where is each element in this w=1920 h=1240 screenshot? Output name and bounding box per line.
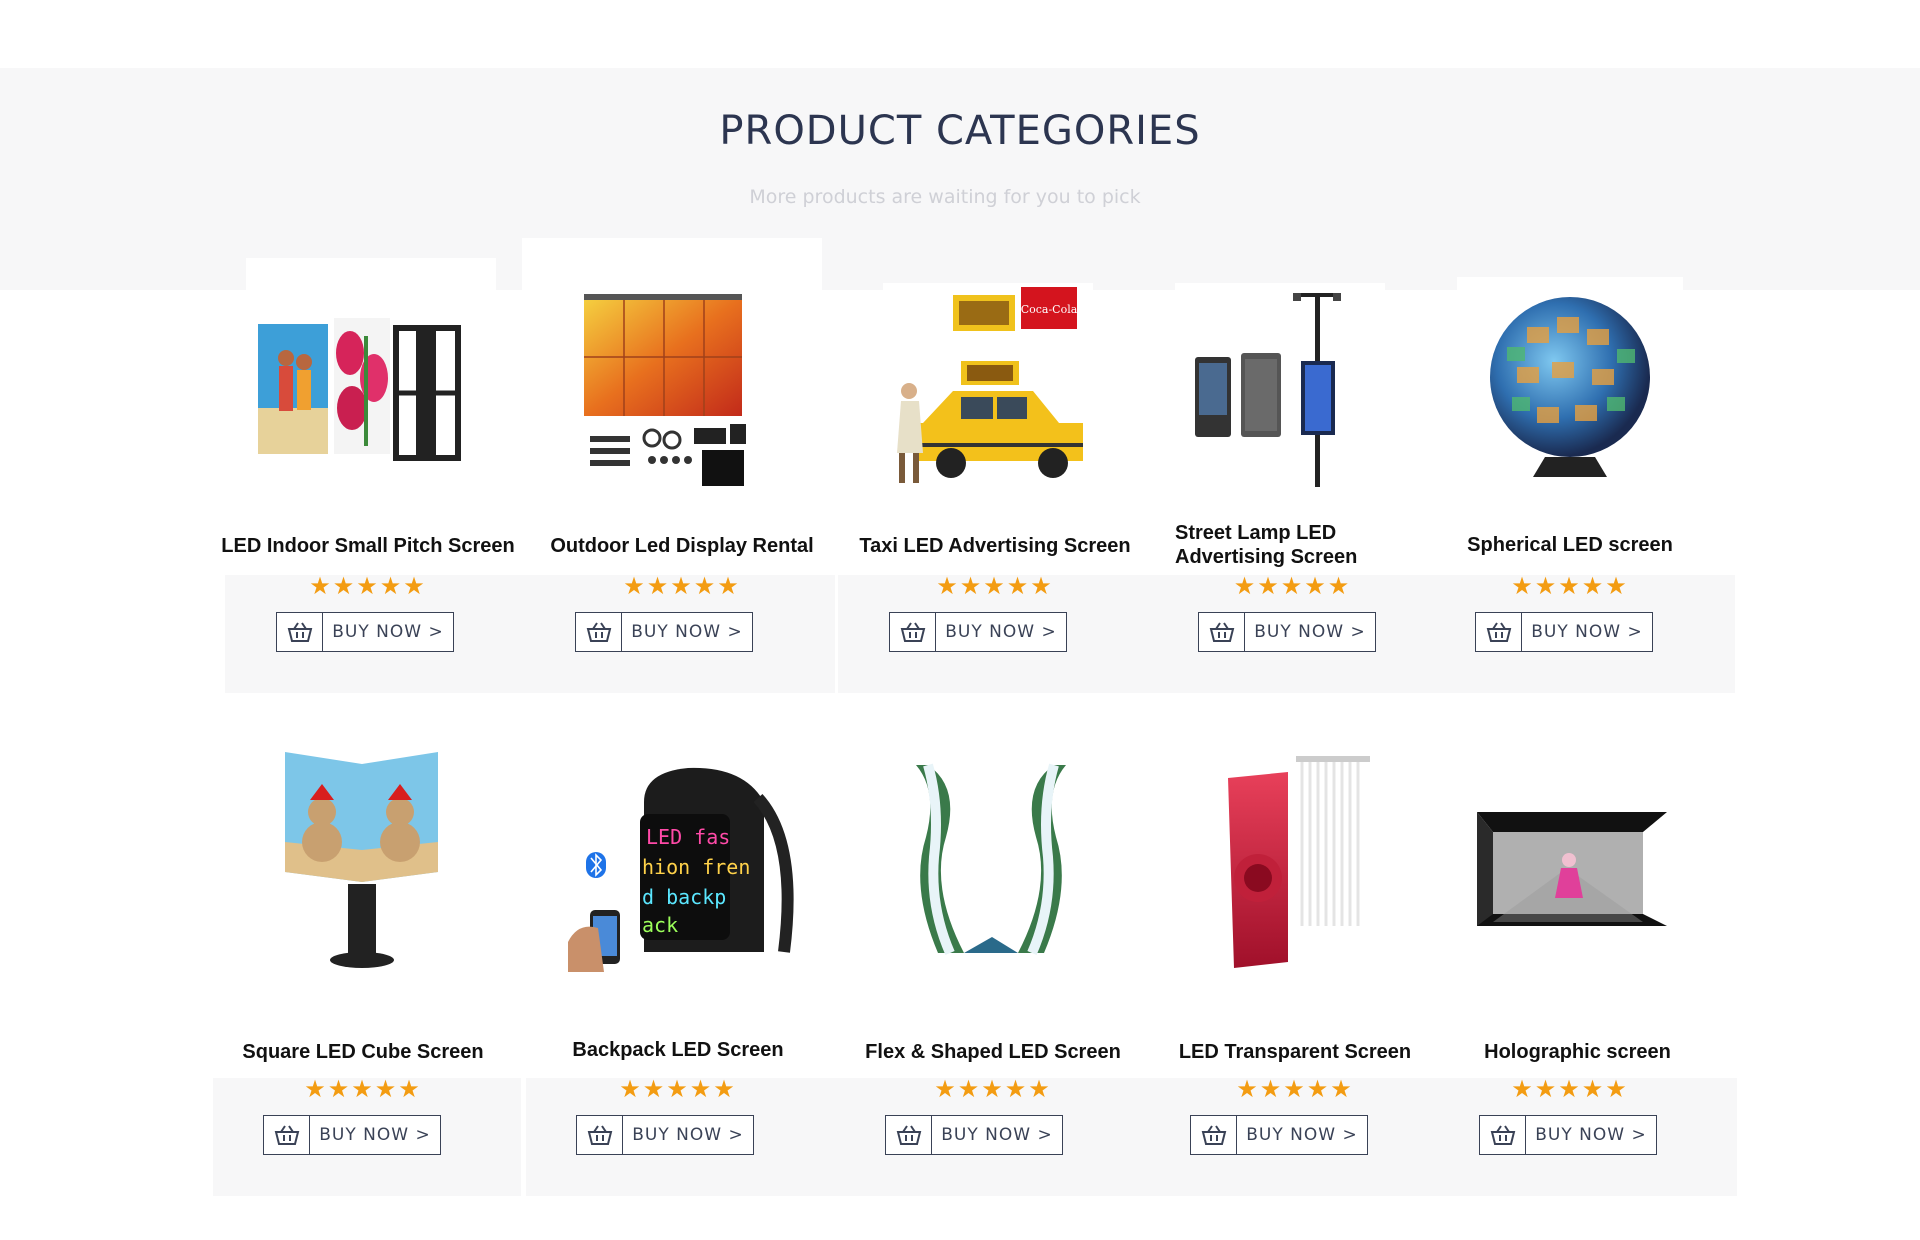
product-image-holographic[interactable] (1437, 748, 1689, 998)
product-card[interactable]: Coca-Cola Taxi LED Advertising Screen ★★… (840, 278, 1150, 670)
product-image-cube[interactable] (230, 722, 493, 984)
buy-now-label: BUY NOW > (1246, 1125, 1358, 1145)
rating-stars: ★★★★★ (619, 1075, 737, 1103)
product-card[interactable]: LED Indoor Small Pitch Screen ★★★★★ BUY … (203, 250, 533, 670)
product-card[interactable]: Street Lamp LED Advertising Screen ★★★★★… (1155, 283, 1430, 670)
product-title[interactable]: Taxi LED Advertising Screen (840, 534, 1150, 558)
product-card[interactable]: Flex & Shaped LED Screen ★★★★★ BUY NOW > (843, 745, 1143, 1190)
buy-now-button[interactable]: BUY NOW > (1190, 1115, 1368, 1155)
backpack-screen-text: d backp (642, 885, 726, 909)
buy-now-label: BUY NOW > (632, 1125, 744, 1145)
buy-now-label: BUY NOW > (631, 622, 743, 642)
product-title[interactable]: Street Lamp LED Advertising Screen (1175, 521, 1410, 569)
product-title[interactable]: Square LED Cube Screen (213, 1040, 513, 1064)
product-card[interactable]: Outdoor Led Display Rental ★★★★★ BUY NOW… (522, 238, 842, 670)
backpack-screen-text: LED fas (646, 825, 730, 849)
buy-now-button[interactable]: BUY NOW > (1479, 1115, 1657, 1155)
buy-now-label: BUY NOW > (1254, 622, 1366, 642)
product-image-transparent-screen[interactable] (1158, 728, 1422, 990)
product-title[interactable]: Flex & Shaped LED Screen (843, 1040, 1143, 1064)
product-card[interactable]: Spherical LED screen ★★★★★ BUY NOW > (1430, 275, 1710, 670)
shopping-basket-icon (1191, 1116, 1237, 1154)
product-card[interactable]: LED Transparent Screen ★★★★★ BUY NOW > (1155, 728, 1435, 1190)
buy-now-button[interactable]: BUY NOW > (885, 1115, 1063, 1155)
buy-now-button[interactable]: BUY NOW > (576, 1115, 754, 1155)
rating-stars: ★★★★★ (936, 572, 1054, 600)
rating-stars: ★★★★★ (309, 572, 427, 600)
buy-now-button[interactable]: BUY NOW > (276, 612, 454, 652)
buy-now-button[interactable]: BUY NOW > (575, 612, 753, 652)
shopping-basket-icon (577, 1116, 623, 1154)
product-image-sphere[interactable] (1457, 277, 1683, 505)
backpack-screen-text: hion fren (642, 855, 750, 879)
shopping-basket-icon (264, 1116, 310, 1154)
buy-now-label: BUY NOW > (319, 1125, 431, 1145)
shopping-basket-icon (886, 1116, 932, 1154)
buy-now-label: BUY NOW > (332, 622, 444, 642)
product-image-backpack[interactable]: LED fas hion fren d backp ack (558, 732, 812, 984)
rating-stars: ★★★★★ (623, 572, 741, 600)
product-card[interactable]: LED fas hion fren d backp ack Backpack L… (523, 730, 833, 1190)
product-image-street-lamp[interactable] (1175, 283, 1385, 495)
product-image-taxi[interactable]: Coca-Cola (883, 283, 1093, 501)
buy-now-label: BUY NOW > (1531, 622, 1643, 642)
svg-text:Coca-Cola: Coca-Cola (1021, 303, 1078, 316)
shopping-basket-icon (576, 613, 622, 651)
rating-stars: ★★★★★ (1511, 1075, 1629, 1103)
product-image-indoor-screen[interactable] (246, 258, 496, 494)
product-title[interactable]: Backpack LED Screen (523, 1038, 833, 1062)
product-card[interactable]: Holographic screen ★★★★★ BUY NOW > (1430, 745, 1730, 1190)
product-title[interactable]: Outdoor Led Display Rental (522, 534, 842, 558)
buy-now-button[interactable]: BUY NOW > (1198, 612, 1376, 652)
shopping-basket-icon (277, 613, 323, 651)
product-title[interactable]: LED Indoor Small Pitch Screen (203, 534, 533, 558)
product-title[interactable]: LED Transparent Screen (1155, 1040, 1435, 1064)
page-subtitle: More products are waiting for you to pic… (749, 186, 1141, 208)
shopping-basket-icon (1199, 613, 1245, 651)
buy-now-button[interactable]: BUY NOW > (263, 1115, 441, 1155)
product-title[interactable]: Holographic screen (1425, 1040, 1730, 1064)
product-title[interactable]: Spherical LED screen (1430, 533, 1710, 557)
rating-stars: ★★★★★ (1236, 1075, 1354, 1103)
backpack-screen-text: ack (642, 913, 678, 937)
page-title: PRODUCT CATEGORIES (719, 108, 1201, 154)
product-card[interactable]: Square LED Cube Screen ★★★★★ BUY NOW > (213, 720, 513, 1190)
rating-stars: ★★★★★ (934, 1075, 1052, 1103)
buy-now-button[interactable]: BUY NOW > (889, 612, 1067, 652)
shopping-basket-icon (1476, 613, 1522, 651)
shopping-basket-icon (1480, 1116, 1526, 1154)
buy-now-label: BUY NOW > (1535, 1125, 1647, 1145)
product-image-outdoor-rental[interactable] (522, 238, 822, 496)
buy-now-label: BUY NOW > (941, 1125, 1053, 1145)
rating-stars: ★★★★★ (1511, 572, 1629, 600)
shopping-basket-icon (890, 613, 936, 651)
product-image-flex-screen[interactable] (880, 747, 1104, 969)
rating-stars: ★★★★★ (304, 1075, 422, 1103)
buy-now-button[interactable]: BUY NOW > (1475, 612, 1653, 652)
buy-now-label: BUY NOW > (945, 622, 1057, 642)
rating-stars: ★★★★★ (1233, 572, 1352, 600)
